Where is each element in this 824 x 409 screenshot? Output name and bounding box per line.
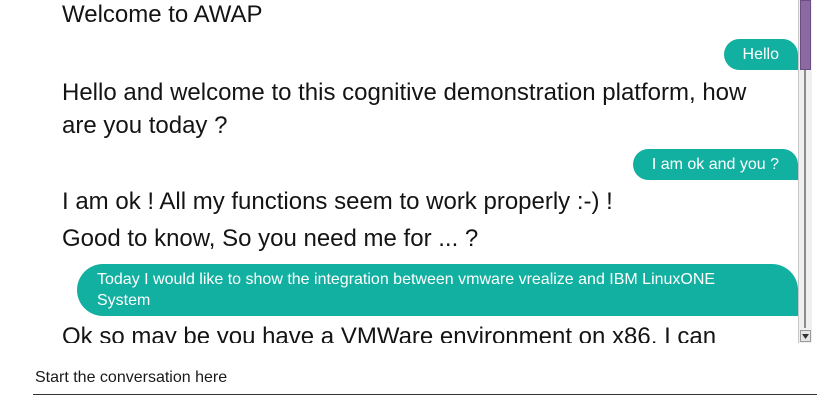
scroll-down-arrow-icon[interactable] bbox=[800, 330, 811, 342]
chat-history[interactable]: Welcome to AWAP Hello Hello and welcome … bbox=[0, 0, 798, 343]
chevron-down-icon bbox=[802, 333, 809, 339]
scroll-thumb[interactable] bbox=[800, 0, 811, 70]
user-message-row: I am ok and you ? bbox=[632, 149, 798, 180]
chat-scrollbar[interactable] bbox=[798, 0, 812, 343]
bot-message: Good to know, So you need me for ... ? bbox=[62, 225, 479, 252]
bot-message: Hello and welcome to this cognitive demo… bbox=[62, 79, 747, 139]
user-message-row: Today I would like to show the integrati… bbox=[77, 264, 798, 316]
user-message: I am ok and you ? bbox=[632, 149, 798, 180]
message-input-area bbox=[33, 362, 817, 395]
user-message: Hello bbox=[723, 39, 798, 70]
bot-message: I am ok ! All my functions seem to work … bbox=[62, 188, 613, 215]
bot-message: Welcome to AWAP bbox=[62, 1, 263, 28]
message-input[interactable] bbox=[35, 366, 805, 390]
scroll-track[interactable] bbox=[804, 70, 806, 328]
user-message-row: Hello bbox=[723, 39, 798, 70]
bot-message: Ok so may be you have a VMWare environme… bbox=[62, 323, 717, 343]
user-message: Today I would like to show the integrati… bbox=[77, 264, 798, 316]
